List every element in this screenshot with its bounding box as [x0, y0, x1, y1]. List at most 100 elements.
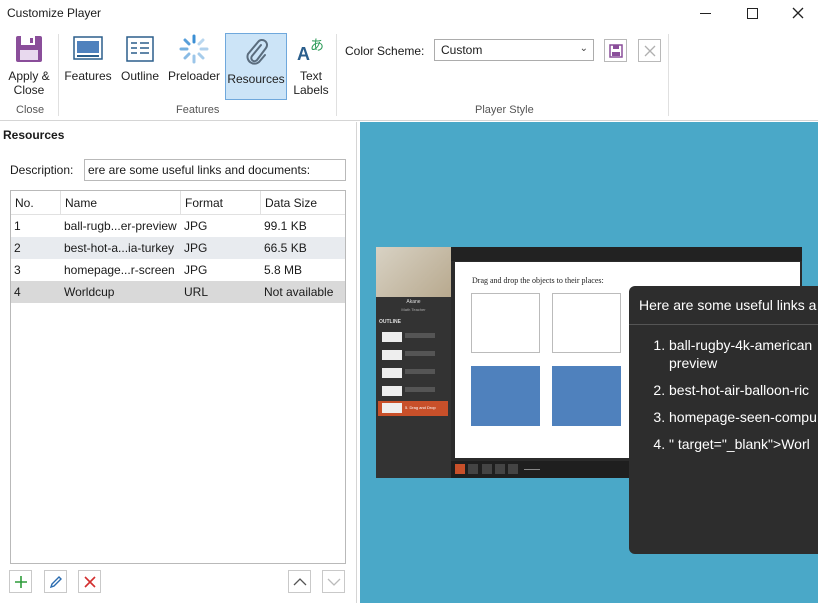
player-style-group-label: Player Style — [475, 104, 534, 116]
panel-title: Resources — [3, 128, 65, 142]
outline-label — [405, 369, 435, 374]
chevron-up-icon — [293, 577, 306, 585]
save-scheme-button[interactable] — [604, 39, 627, 62]
cell-format: JPG — [184, 219, 208, 233]
cell-size: 5.8 MB — [264, 263, 303, 277]
chevron-down-icon: ⌄ — [579, 43, 588, 54]
edit-resource-button[interactable] — [44, 570, 67, 593]
table-row[interactable]: 2 best-hot-a...ia-turkey JPG 66.5 KB — [11, 237, 345, 259]
resources-table: No. Name Format Data Size 1 ball-rugb...… — [10, 190, 346, 564]
column-header-no[interactable]: No. — [11, 191, 61, 215]
maximize-button[interactable] — [729, 0, 775, 26]
pencil-icon — [49, 575, 62, 588]
features-icon — [71, 32, 105, 66]
outline-item[interactable] — [378, 384, 448, 398]
outline-item[interactable] — [378, 366, 448, 380]
cell-size: Not available — [264, 285, 334, 299]
resources-panel: Resources Description: ere are some usef… — [0, 122, 357, 603]
presenter-name: Akane — [406, 299, 421, 305]
add-resource-button[interactable] — [9, 570, 32, 593]
features-label: Features — [64, 69, 112, 83]
move-up-button[interactable] — [288, 570, 311, 593]
cell-name: ball-rugb...er-preview — [64, 219, 177, 233]
column-header-format[interactable]: Format — [181, 191, 261, 215]
outline-item-active[interactable]: 5. Drag and Drop — [378, 401, 448, 416]
cell-size: 66.5 KB — [264, 241, 307, 255]
cell-format: JPG — [184, 263, 208, 277]
table-row[interactable]: 3 homepage...r-screen JPG 5.8 MB — [11, 259, 345, 281]
preloader-button[interactable]: Preloader — [167, 32, 221, 83]
presenter-photo — [376, 247, 451, 297]
resource-link[interactable]: " target="_blank">Worl — [669, 435, 817, 453]
resource-link-text: preview — [669, 355, 718, 371]
svg-text:A: A — [297, 44, 310, 64]
drop-target — [552, 293, 621, 353]
color-scheme-select[interactable]: Custom ⌄ — [434, 39, 594, 61]
column-header-size[interactable]: Data Size — [261, 191, 345, 215]
move-down-button[interactable] — [322, 570, 345, 593]
outline-heading: OUTLINE — [379, 319, 401, 325]
resources-button[interactable]: Resources — [225, 33, 287, 100]
plus-icon — [14, 575, 27, 588]
chevron-down-icon — [327, 578, 340, 586]
resources-popup: Here are some useful links a ball-rugby-… — [629, 286, 818, 554]
save-icon — [12, 32, 46, 66]
outline-label: 5. Drag and Drop — [405, 405, 436, 410]
save-icon — [608, 43, 623, 58]
ribbon: Apply & Close Close Features Outline Pre… — [0, 26, 818, 121]
text-labels-label-1: Text — [299, 69, 322, 83]
close-window-button[interactable] — [775, 0, 818, 26]
cell-name: homepage...r-screen — [64, 263, 175, 277]
outline-label — [405, 351, 435, 356]
cell-no: 2 — [14, 241, 21, 255]
color-scheme-label: Color Scheme: — [345, 44, 425, 58]
preloader-label: Preloader — [167, 69, 221, 83]
popup-divider — [629, 324, 818, 325]
features-group-label: Features — [176, 104, 220, 116]
drop-target — [471, 293, 540, 353]
text-labels-button[interactable]: Aあ Text Labels — [292, 32, 330, 97]
outline-item[interactable] — [378, 330, 448, 344]
prev-icon — [482, 464, 492, 474]
replay-icon — [468, 464, 478, 474]
outline-label: Outline — [120, 69, 160, 83]
group-separator — [336, 34, 337, 116]
cell-no: 3 — [14, 263, 21, 277]
resource-link[interactable]: ball-rugby-4k-american preview — [669, 336, 817, 372]
resource-link-text: best-hot-air-balloon-ric — [669, 382, 810, 398]
minimize-button[interactable] — [682, 0, 728, 26]
cell-format: JPG — [184, 241, 208, 255]
slide-title: Drag and drop the objects to their place… — [472, 276, 604, 285]
translate-icon: Aあ — [294, 32, 328, 66]
resource-link[interactable]: best-hot-air-balloon-ric — [669, 381, 817, 399]
delete-scheme-button[interactable] — [638, 39, 661, 62]
table-row-selected[interactable]: 4 Worldcup URL Not available — [11, 281, 345, 303]
column-header-name[interactable]: Name — [61, 191, 181, 215]
outline-button[interactable]: Outline — [118, 32, 162, 83]
resource-link-list: ball-rugby-4k-american preview best-hot-a… — [653, 336, 817, 462]
apply-close-button[interactable]: Apply & Close — [4, 32, 54, 97]
cell-no: 4 — [14, 285, 21, 299]
volume-slider — [524, 469, 540, 470]
features-button[interactable]: Features — [64, 32, 112, 83]
description-input[interactable]: ere are some useful links and documents: — [84, 159, 346, 181]
volume-icon — [508, 464, 518, 474]
draggable-object — [552, 366, 621, 426]
table-row[interactable]: 1 ball-rugb...er-preview JPG 99.1 KB — [11, 215, 345, 237]
outline-item[interactable] — [378, 348, 448, 362]
close-group-label: Close — [16, 104, 45, 116]
text-labels-label-2: Labels — [293, 83, 329, 97]
window-title: Customize Player — [7, 6, 102, 20]
paperclip-icon — [239, 35, 273, 69]
apply-close-label-2: Close — [13, 83, 45, 97]
color-scheme-value: Custom — [441, 43, 483, 57]
delete-icon — [83, 575, 96, 588]
close-icon — [644, 45, 655, 56]
player-preview: Akane Math Teacher OUTLINE 5. Drag and D… — [360, 122, 818, 603]
cell-name: best-hot-a...ia-turkey — [64, 241, 175, 255]
cell-no: 1 — [14, 219, 21, 233]
cell-format: URL — [184, 285, 209, 299]
delete-resource-button[interactable] — [78, 570, 101, 593]
thumbnail — [382, 368, 402, 378]
resource-link[interactable]: homepage-seen-compu — [669, 408, 817, 426]
